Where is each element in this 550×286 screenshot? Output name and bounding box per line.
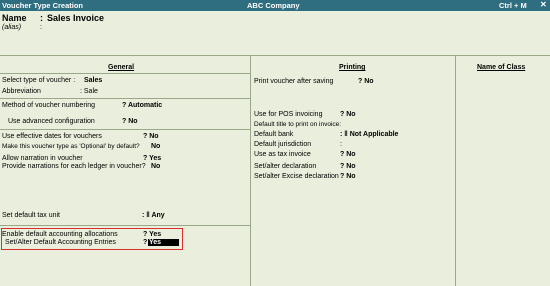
tax-invoice-field[interactable]: ? No [340, 151, 356, 158]
abbreviation-label: Abbreviation [2, 88, 41, 95]
numbering-label: Method of voucher numbering [2, 102, 95, 109]
set-alter-declaration-field[interactable]: ? No [340, 163, 356, 170]
optional-label: Make this voucher type as 'Optional' by … [2, 143, 140, 150]
eff-dates-label: Use effective dates for vouchers [2, 133, 102, 140]
voucher-name-field[interactable]: Sales Invoice [47, 13, 104, 23]
title-bar: Voucher Type Creation ABC Company Ctrl +… [0, 0, 550, 11]
print-after-label: Print voucher after saving [254, 78, 334, 85]
general-heading: General [108, 64, 135, 71]
pos-label: Use for POS invoicing [254, 111, 323, 118]
abbreviation-field[interactable]: : Sale [80, 88, 98, 95]
default-title-label: Default title to print on invoice: [254, 121, 342, 128]
pos-field[interactable]: ? No [340, 111, 356, 118]
name-label: Name [2, 13, 27, 23]
alias-colon: : [40, 24, 42, 31]
tax-unit-label: Set default tax unit [2, 212, 60, 219]
set-alter-q: ? [143, 239, 148, 246]
class-heading: Name of Class [477, 64, 526, 71]
alias-label: (alias) [2, 24, 22, 31]
excise-declaration-field[interactable]: ? No [340, 173, 356, 180]
default-bank-field[interactable]: : ‖ Not Applicable [340, 131, 398, 138]
numbering-field[interactable]: ? Automatic [122, 102, 162, 109]
name-colon: : [40, 13, 43, 23]
default-jurisdiction-label: Default jurisdiction [254, 141, 312, 148]
tax-unit-field[interactable]: : ‖ Any [142, 212, 165, 219]
printing-heading: Printing [339, 64, 366, 71]
set-alter-field[interactable]: Yes [148, 239, 180, 246]
divider [0, 225, 250, 226]
general-heading-divider [0, 73, 250, 74]
window-title: Voucher Type Creation [2, 1, 83, 10]
print-after-field[interactable]: ? No [358, 78, 374, 85]
set-alter-label: Set/Alter Default Accounting Entries [5, 239, 116, 246]
divider [0, 98, 250, 99]
optional-field[interactable]: No [151, 143, 160, 150]
ledger-narration-label: Provide narrations for each ledger in vo… [2, 163, 146, 170]
column-divider-2 [455, 55, 456, 286]
header-divider [0, 55, 550, 56]
ledger-narration-field[interactable]: No [151, 163, 160, 170]
adv-config-label: Use advanced configuration [8, 118, 95, 125]
excise-declaration-label: Set/alter Excise declaration [254, 173, 339, 180]
default-alloc-field[interactable]: ? Yes [143, 231, 161, 238]
eff-dates-field[interactable]: ? No [143, 133, 159, 140]
default-jurisdiction-field[interactable]: : [340, 141, 342, 148]
shortcut-hint: Ctrl + M [499, 1, 527, 10]
column-divider-1 [250, 55, 251, 286]
tax-invoice-label: Use as tax invoice [254, 151, 311, 158]
narration-label: Allow narration in voucher [2, 155, 83, 162]
company-name: ABC Company [247, 1, 300, 10]
close-icon[interactable]: ✕ [540, 0, 547, 9]
narration-field[interactable]: ? Yes [143, 155, 161, 162]
default-bank-label: Default bank [254, 131, 294, 138]
set-alter-declaration-label: Set/alter declaration [254, 163, 317, 170]
select-type-label: Select type of voucher : [2, 77, 76, 84]
adv-config-field[interactable]: ? No [122, 118, 138, 125]
divider [0, 129, 250, 130]
voucher-type-creation-window: Voucher Type Creation ABC Company Ctrl +… [0, 0, 550, 286]
select-type-field[interactable]: Sales [84, 77, 102, 84]
default-alloc-label: Enable default accounting allocations [2, 231, 118, 238]
